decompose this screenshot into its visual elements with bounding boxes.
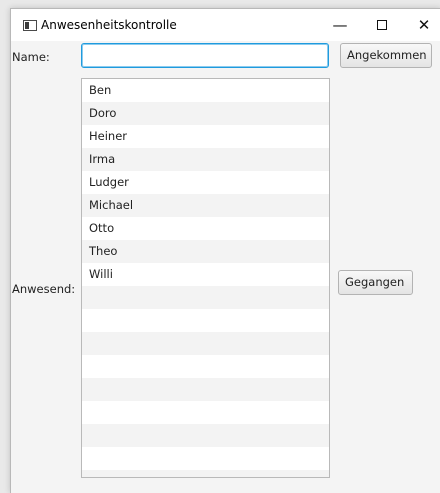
minimize-button[interactable]: — <box>320 9 360 41</box>
list-item[interactable]: Otto <box>82 217 329 240</box>
present-label: Anwesend: <box>12 282 76 296</box>
arrived-button[interactable]: Angekommen <box>340 43 432 68</box>
list-item[interactable] <box>82 355 329 378</box>
list-item[interactable]: Heiner <box>82 125 329 148</box>
list-item[interactable]: Willi <box>82 263 329 286</box>
list-item[interactable] <box>82 286 329 309</box>
list-item[interactable] <box>82 447 329 470</box>
list-item[interactable]: Ben <box>82 79 329 102</box>
maximize-icon <box>377 20 387 30</box>
maximize-button[interactable] <box>362 9 402 41</box>
name-label: Name: <box>12 50 50 64</box>
list-item[interactable] <box>82 378 329 401</box>
window-app-icon <box>23 20 37 31</box>
title-bar[interactable]: Anwesenheitskontrolle — ✕ <box>11 9 440 41</box>
list-item[interactable] <box>82 424 329 447</box>
list-item[interactable]: Ludger <box>82 171 329 194</box>
list-item[interactable] <box>82 401 329 424</box>
list-item[interactable]: Theo <box>82 240 329 263</box>
close-button[interactable]: ✕ <box>404 9 440 41</box>
list-item[interactable]: Irma <box>82 148 329 171</box>
list-item[interactable] <box>82 470 329 477</box>
list-item[interactable]: Doro <box>82 102 329 125</box>
close-icon: ✕ <box>417 16 431 34</box>
list-item[interactable] <box>82 309 329 332</box>
minimize-icon: — <box>332 16 348 34</box>
name-input[interactable] <box>81 43 329 68</box>
list-item[interactable] <box>82 332 329 355</box>
window-title: Anwesenheitskontrolle <box>41 18 177 32</box>
list-item[interactable]: Michael <box>82 194 329 217</box>
present-list[interactable]: Ben Doro Heiner Irma Ludger Michael Otto Theo Wi… <box>81 78 330 478</box>
left-button[interactable]: Gegangen <box>338 270 413 295</box>
